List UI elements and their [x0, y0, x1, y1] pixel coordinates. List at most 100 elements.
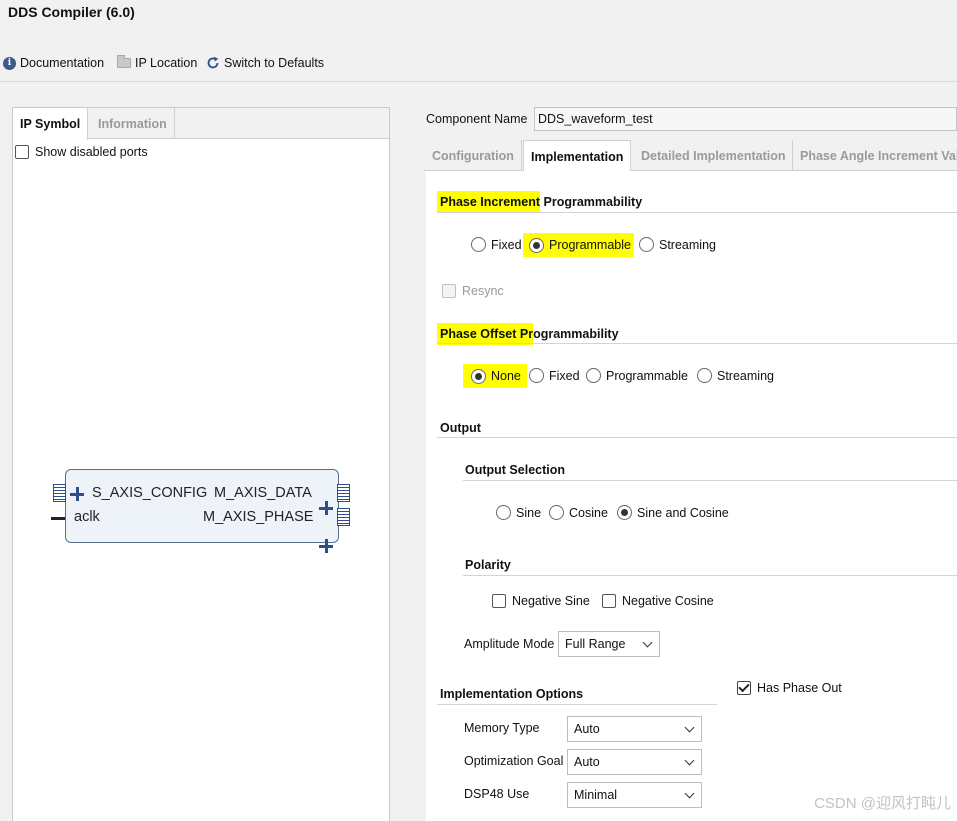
phase-off-fixed-option[interactable]: Fixed — [529, 368, 580, 383]
tab-phase-angle-increment[interactable]: Phase Angle Increment Valu — [793, 140, 957, 171]
left-tabbar: IP Symbol Information — [13, 108, 389, 140]
phase-increment-title-rest: Programmability — [540, 195, 643, 209]
phase-inc-programmable-option[interactable]: Programmable — [523, 233, 634, 257]
memory-type-select[interactable]: Auto — [567, 716, 702, 742]
amplitude-mode-select[interactable]: Full Range — [558, 631, 660, 657]
output-sine-radio[interactable] — [496, 505, 511, 520]
chevron-down-icon — [684, 755, 695, 765]
m-axis-data-bus-icon — [337, 484, 350, 502]
phase-off-none-label: None — [491, 369, 521, 383]
m-axis-phase-expand-icon[interactable] — [319, 539, 333, 553]
show-disabled-ports-label: Show disabled ports — [35, 145, 148, 159]
tab-implementation[interactable]: Implementation — [523, 140, 632, 172]
phase-offset-title-rest: ogrammability — [533, 327, 619, 341]
watermark: CSDN @迎风打盹儿 — [814, 795, 951, 812]
window-title: DDS Compiler (6.0) — [8, 4, 135, 20]
phase-off-streaming-radio[interactable] — [697, 368, 712, 383]
amplitude-mode-label: Amplitude Mode — [464, 637, 555, 651]
negative-cosine-row[interactable]: Negative Cosine — [602, 594, 714, 608]
phase-off-streaming-option[interactable]: Streaming — [697, 368, 774, 383]
phase-off-none-radio[interactable] — [471, 368, 486, 384]
phase-off-programmable-option[interactable]: Programmable — [586, 368, 688, 383]
phase-inc-streaming-label: Streaming — [659, 237, 716, 252]
phase-inc-programmable-label: Programmable — [549, 238, 631, 252]
ip-location-label: IP Location — [135, 56, 198, 70]
phase-increment-title-highlight: Phase Increment — [437, 191, 541, 213]
negative-cosine-label: Negative Cosine — [622, 594, 714, 608]
negative-sine-row[interactable]: Negative Sine — [492, 594, 590, 608]
phase-off-none-option[interactable]: None — [463, 364, 527, 388]
output-sine-option[interactable]: Sine — [496, 505, 541, 520]
tab-configuration[interactable]: Configuration — [425, 140, 522, 171]
output-sine-and-cosine-radio[interactable] — [617, 505, 632, 520]
port-s-axis-config: S_AXIS_CONFIG — [92, 485, 208, 501]
component-name-input[interactable]: DDS_waveform_test — [534, 107, 957, 131]
implementation-options-divider — [437, 704, 717, 705]
ip-symbol-panel: IP Symbol Information Show disabled port… — [12, 107, 390, 821]
has-phase-out-row[interactable]: Has Phase Out — [737, 681, 842, 695]
aclk-pin — [51, 517, 65, 520]
phase-inc-fixed-radio[interactable] — [471, 237, 486, 252]
output-cosine-option[interactable]: Cosine — [549, 505, 608, 520]
phase-off-fixed-radio[interactable] — [529, 368, 544, 383]
phase-offset-title: Phase Offset Programmability — [437, 321, 619, 345]
s-axis-config-expand-icon[interactable] — [70, 487, 84, 501]
m-axis-data-expand-icon[interactable] — [319, 501, 333, 515]
resync-row[interactable]: Resync — [442, 284, 504, 298]
memory-type-value: Auto — [574, 722, 600, 736]
show-disabled-ports-checkbox[interactable] — [15, 145, 29, 159]
polarity-title: Polarity — [465, 558, 511, 572]
phase-offset-title-highlight: Phase Offset Pr — [437, 323, 534, 345]
resync-label: Resync — [462, 284, 504, 298]
ip-symbol-block — [65, 469, 339, 543]
folder-icon — [117, 55, 131, 68]
output-cosine-label: Cosine — [569, 505, 608, 520]
component-name-label: Component Name — [426, 112, 528, 126]
chevron-down-icon — [642, 637, 653, 647]
tab-detailed-implementation[interactable]: Detailed Implementation — [634, 140, 794, 171]
phase-off-programmable-label: Programmable — [606, 368, 688, 383]
optimization-goal-value: Auto — [574, 755, 600, 769]
output-selection-divider — [463, 480, 957, 481]
phase-inc-fixed-label: Fixed — [491, 237, 522, 252]
implementation-options-title: Implementation Options — [440, 687, 584, 701]
negative-sine-label: Negative Sine — [512, 594, 590, 608]
phase-inc-programmable-radio[interactable] — [529, 237, 544, 253]
s-axis-config-bus-icon — [53, 484, 66, 502]
phase-inc-streaming-radio[interactable] — [639, 237, 654, 252]
phase-off-streaming-label: Streaming — [717, 368, 774, 383]
phase-inc-fixed-option[interactable]: Fixed — [471, 237, 522, 252]
dsp48-use-value: Minimal — [574, 788, 618, 802]
phase-off-fixed-label: Fixed — [549, 368, 580, 383]
phase-offset-divider — [437, 343, 957, 344]
tab-information[interactable]: Information — [91, 108, 175, 139]
output-sine-label: Sine — [516, 505, 542, 520]
toolbar-divider — [0, 81, 957, 82]
switch-to-defaults-button[interactable]: Switch to Defaults — [206, 54, 324, 72]
output-sine-and-cosine-option[interactable]: Sine and Cosine — [617, 505, 729, 520]
optimization-goal-select[interactable]: Auto — [567, 749, 702, 775]
tab-ip-symbol[interactable]: IP Symbol — [13, 108, 89, 140]
info-icon: i — [3, 56, 16, 70]
negative-sine-checkbox[interactable] — [492, 594, 506, 608]
has-phase-out-checkbox[interactable] — [737, 681, 751, 695]
memory-type-label: Memory Type — [464, 721, 540, 735]
resync-checkbox[interactable] — [442, 284, 456, 298]
amplitude-mode-value: Full Range — [565, 637, 626, 651]
output-cosine-radio[interactable] — [549, 505, 564, 520]
has-phase-out-label: Has Phase Out — [757, 681, 842, 695]
config-tabbar: Configuration Implementation Detailed Im… — [424, 140, 957, 172]
switch-to-defaults-label: Switch to Defaults — [224, 56, 325, 70]
output-sine-and-cosine-label: Sine and Cosine — [637, 505, 729, 520]
port-m-axis-data: M_AXIS_DATA — [214, 485, 312, 501]
show-disabled-ports-row[interactable]: Show disabled ports — [15, 145, 148, 159]
phase-inc-streaming-option[interactable]: Streaming — [639, 237, 716, 252]
output-divider — [437, 437, 957, 438]
documentation-button[interactable]: i Documentation — [3, 54, 104, 72]
phase-off-programmable-radio[interactable] — [586, 368, 601, 383]
dsp48-use-select[interactable]: Minimal — [567, 782, 702, 808]
negative-cosine-checkbox[interactable] — [602, 594, 616, 608]
ip-location-button[interactable]: IP Location — [117, 54, 197, 72]
output-selection-title: Output Selection — [465, 463, 565, 477]
phase-increment-divider — [437, 212, 957, 213]
